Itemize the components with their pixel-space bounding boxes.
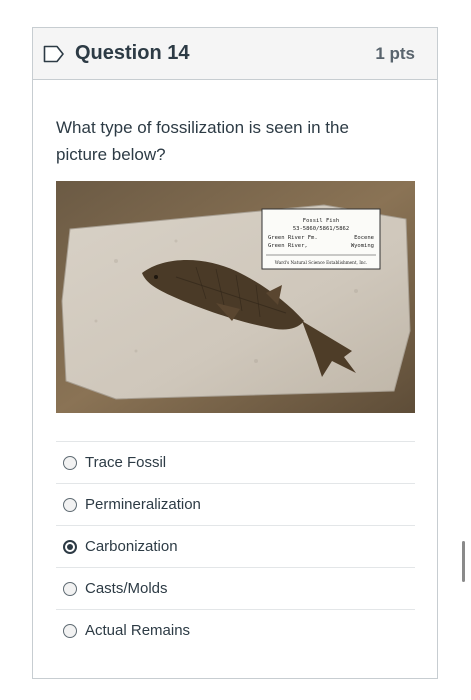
- radio-button-selected[interactable]: [63, 539, 77, 554]
- answer-option[interactable]: Carbonization: [56, 525, 415, 567]
- fossil-fish-image: Fossil Fish 53-5860/5861/5862 Green Rive…: [56, 181, 415, 413]
- label-line-6: Wyoming: [351, 243, 374, 249]
- label-line-7: Ward's Natural Science Establishment, In…: [275, 260, 367, 265]
- label-line-1: Fossil Fish: [303, 218, 339, 224]
- answer-label: Actual Remains: [85, 622, 191, 639]
- radio-button[interactable]: [63, 455, 77, 470]
- specimen-label: Fossil Fish 53-5860/5861/5862 Green Rive…: [261, 208, 381, 270]
- question-points: 1 pts: [375, 43, 415, 63]
- question-title: Question 14: [75, 42, 190, 64]
- label-line-2: 53-5860/5861/5862: [293, 226, 349, 232]
- question-header: Question 14 1 pts: [33, 28, 437, 80]
- answer-label: Carbonization: [85, 538, 178, 555]
- question-prompt: What type of fossilization is seen in th…: [56, 118, 349, 164]
- label-line-4: Eocene: [354, 235, 374, 241]
- scrollbar-thumb[interactable]: [462, 541, 465, 582]
- flag-question-icon[interactable]: [43, 45, 65, 63]
- label-line-3: Green River Fm.: [268, 235, 318, 241]
- answer-option[interactable]: Trace Fossil: [56, 441, 415, 483]
- label-line-5: Green River,: [268, 243, 308, 249]
- question-card: Question 14 1 pts What type of fossiliza…: [32, 27, 438, 679]
- answer-option[interactable]: Permineralization: [56, 483, 415, 525]
- answer-label: Trace Fossil: [85, 454, 167, 471]
- radio-button[interactable]: [63, 623, 77, 638]
- answer-label: Permineralization: [85, 496, 201, 513]
- answer-label: Casts/Molds: [85, 580, 168, 597]
- answer-option[interactable]: Casts/Molds: [56, 567, 415, 609]
- answer-option[interactable]: Actual Remains: [56, 609, 415, 651]
- answer-list: Trace Fossil Permineralization Carboniza…: [56, 441, 415, 651]
- radio-button[interactable]: [63, 497, 77, 512]
- radio-button[interactable]: [63, 581, 77, 596]
